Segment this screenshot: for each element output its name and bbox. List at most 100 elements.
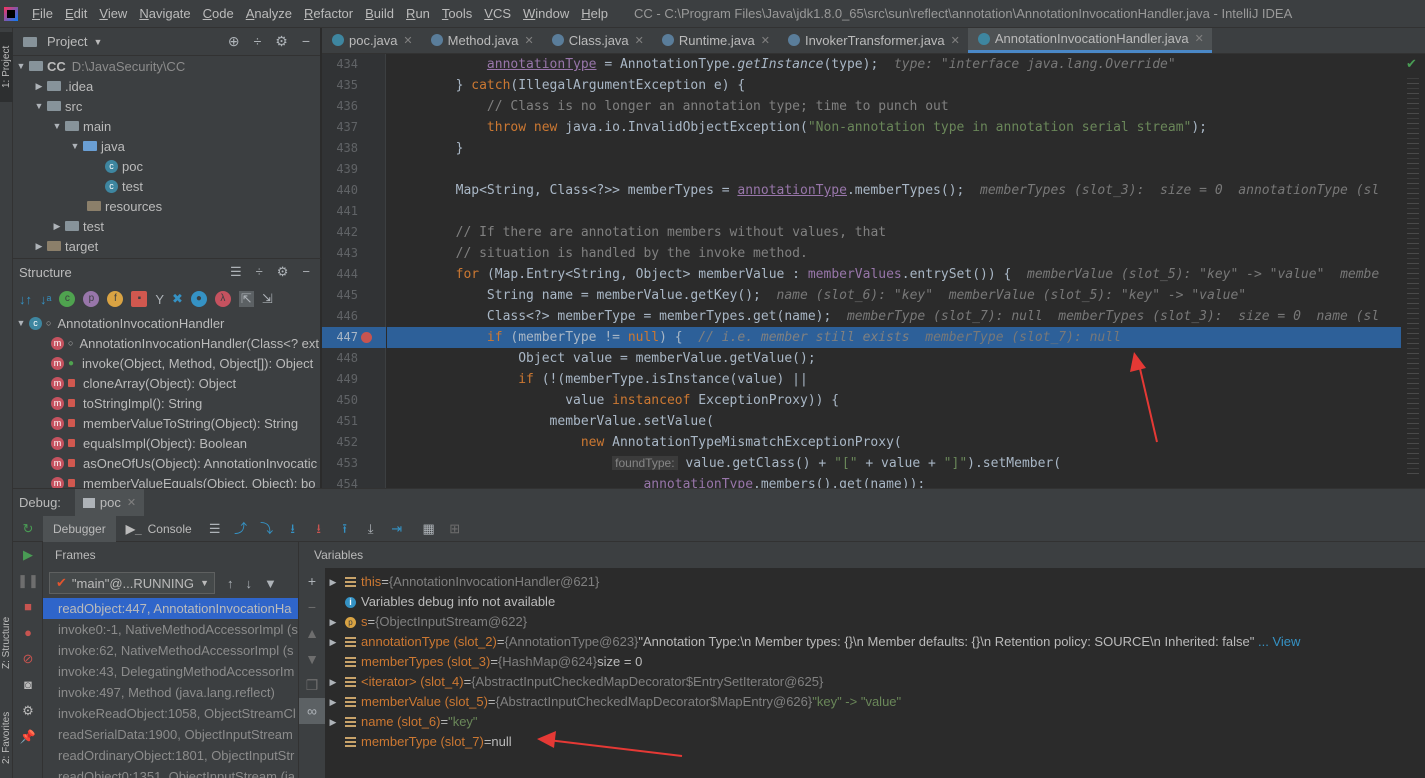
menu-analyze[interactable]: Analyze <box>240 6 298 21</box>
collapse-icon[interactable]: ÷ <box>254 33 262 50</box>
menu-icon[interactable]: ☰ <box>206 520 224 538</box>
anonymous-classes-icon[interactable]: ✖ <box>172 291 183 307</box>
hide-icon[interactable]: − <box>302 264 310 280</box>
sort-visibility-icon[interactable]: ↓↑ <box>19 292 32 307</box>
menu-file[interactable]: File <box>26 6 59 21</box>
close-icon[interactable]: ✕ <box>403 34 412 47</box>
tab-debugger[interactable]: Debugger <box>43 515 116 542</box>
close-icon[interactable]: ✕ <box>951 34 960 47</box>
gear-icon[interactable]: ⚙ <box>13 698 43 724</box>
menu-code[interactable]: Code <box>197 6 240 21</box>
close-icon[interactable]: ✕ <box>761 34 770 47</box>
close-icon[interactable]: ✕ <box>1195 32 1204 45</box>
tab-annotationinvocationhandler[interactable]: AnnotationInvocationHandler.java ✕ <box>967 28 1212 53</box>
rerun-icon[interactable]: ↻ <box>13 521 43 537</box>
chevron-down-icon[interactable]: ▼ <box>69 141 81 151</box>
add-watch-icon[interactable]: + <box>299 568 325 594</box>
menu-refactor[interactable]: Refactor <box>298 6 359 21</box>
tree-item-src[interactable]: ▼ src <box>13 96 320 116</box>
tab-poc[interactable]: poc.java ✕ <box>322 28 421 53</box>
breakpoint-icon[interactable] <box>361 332 372 343</box>
structure-member[interactable]: m ● invoke(Object, Method, Object[]): Obje… <box>13 353 320 373</box>
tree-item-main[interactable]: ▼ main <box>13 116 320 136</box>
thread-selector[interactable]: ✔ "main"@...RUNNING ▼ <box>49 572 215 594</box>
variable-row[interactable]: ▶ name (slot_6) = "key" <box>325 712 1425 732</box>
tree-item-test-class[interactable]: c test <box>13 176 320 196</box>
chevron-right-icon[interactable]: ▶ <box>33 81 45 92</box>
variable-row[interactable]: ▶ this = {AnnotationInvocationHandler@621… <box>325 572 1425 592</box>
tab-invokertransformer[interactable]: InvokerTransformer.java ✕ <box>778 28 968 53</box>
chevron-right-icon[interactable]: ▶ <box>33 241 45 252</box>
chevron-right-icon[interactable]: ▶ <box>327 712 339 732</box>
tree-item-java[interactable]: ▼ java <box>13 136 320 156</box>
chevron-down-icon[interactable]: ▼ <box>15 318 27 328</box>
view-link[interactable]: ... View <box>1258 632 1300 652</box>
variable-row[interactable]: ▶ memberValue (slot_5) = {AbstractInputCh… <box>325 692 1425 712</box>
chevron-down-icon[interactable]: ▼ <box>33 101 45 111</box>
chevron-down-icon[interactable]: ▼ <box>51 121 63 131</box>
resume-icon[interactable]: ▶ <box>13 542 43 568</box>
tree-item-cc[interactable]: ▼ CC D:\JavaSecurity\CC <box>13 56 320 76</box>
structure-member[interactable]: m ○ AnnotationInvocationHandler(Class<? ex… <box>13 333 320 353</box>
stop-icon[interactable]: ■ <box>13 594 43 620</box>
menu-help[interactable]: Help <box>575 6 614 21</box>
force-step-into-icon[interactable]: ⭳ <box>310 520 328 538</box>
menu-tools[interactable]: Tools <box>436 6 478 21</box>
variable-row[interactable]: memberType (slot_7) = null <box>325 732 1425 752</box>
editor-scrollbar[interactable]: ✔ <box>1401 54 1425 488</box>
chevron-right-icon[interactable]: ▶ <box>327 692 339 712</box>
frame-item[interactable]: invoke:497, Method (java.lang.reflect) <box>43 682 298 703</box>
menu-view[interactable]: View <box>93 6 133 21</box>
menu-run[interactable]: Run <box>400 6 436 21</box>
show-non-public-icon[interactable]: ▪ <box>131 291 148 307</box>
show-lambdas-icon[interactable]: Y <box>155 292 164 307</box>
step-out-icon[interactable]: ⭱ <box>336 520 354 538</box>
gear-icon[interactable]: ⚙ <box>277 264 289 280</box>
structure-member[interactable]: m toStringImpl(): String <box>13 393 320 413</box>
line-number-gutter[interactable]: 434 435 436 437 438 439 440 441 442 443 … <box>322 54 386 488</box>
show-interfaces-icon[interactable]: ● <box>190 291 207 307</box>
project-panel-title[interactable]: Project <box>47 34 87 49</box>
frame-item[interactable]: readOrdinaryObject:1801, ObjectInputStr <box>43 745 298 766</box>
variable-row[interactable]: ▶ <iterator> (slot_4) = {AbstractInputChe… <box>325 672 1425 692</box>
structure-tool-button[interactable]: Z: Structure <box>0 598 13 688</box>
variable-row[interactable]: ▶ p s = {ObjectInputStream@622} <box>325 612 1425 632</box>
close-icon[interactable]: ✕ <box>635 34 644 47</box>
structure-root[interactable]: ▼ c ○ AnnotationInvocationHandler <box>13 313 320 333</box>
structure-member[interactable]: m memberValueToString(Object): String <box>13 413 320 433</box>
menu-navigate[interactable]: Navigate <box>133 6 196 21</box>
run-to-cursor-icon[interactable]: ⇥ <box>388 520 406 538</box>
tree-item-idea[interactable]: ▶ .idea <box>13 76 320 96</box>
show-inherited-icon[interactable]: c <box>59 291 76 307</box>
show-fields-icon[interactable]: f <box>107 291 124 307</box>
chevron-right-icon[interactable]: ▶ <box>327 572 339 592</box>
hide-icon[interactable]: − <box>302 33 310 50</box>
menu-window[interactable]: Window <box>517 6 575 21</box>
tree-item-target[interactable]: ▶ target <box>13 236 320 256</box>
show-execution-point-icon[interactable]: ⤴ <box>232 520 250 538</box>
drop-frame-icon[interactable]: ⤓ <box>362 520 380 538</box>
arrow-down-icon[interactable]: ↓ <box>246 576 253 591</box>
structure-member[interactable]: m cloneArray(Object): Object <box>13 373 320 393</box>
gear-icon[interactable]: ⚙ <box>275 33 288 50</box>
sort-icon[interactable]: ☰ <box>230 264 242 280</box>
tab-console[interactable]: ▶_ Console <box>116 516 202 542</box>
collapse-icon[interactable]: ÷ <box>256 264 263 280</box>
step-into-icon[interactable]: ⭳ <box>284 520 302 538</box>
structure-member[interactable]: m asOneOfUs(Object): AnnotationInvocatic <box>13 453 320 473</box>
frame-item[interactable]: readObject0:1351, ObjectInputStream (ja <box>43 766 298 778</box>
frame-item[interactable]: readSerialData:1900, ObjectInputStream <box>43 724 298 745</box>
locate-icon[interactable]: ⊕ <box>228 33 240 50</box>
filter-icon[interactable]: ▼ <box>264 576 277 591</box>
frame-item[interactable]: invoke:62, NativeMethodAccessorImpl (s <box>43 640 298 661</box>
tree-item-test[interactable]: ▶ test <box>13 216 320 236</box>
tree-item-resources[interactable]: resources <box>13 196 320 216</box>
menu-build[interactable]: Build <box>359 6 400 21</box>
project-tool-button[interactable]: 1: Project <box>0 32 13 102</box>
variable-row[interactable]: memberTypes (slot_3) = {HashMap@624} siz… <box>325 652 1425 672</box>
frame-item[interactable]: invoke0:-1, NativeMethodAccessorImpl (s <box>43 619 298 640</box>
frame-item[interactable]: readObject:447, AnnotationInvocationHa <box>43 598 298 619</box>
chevron-right-icon[interactable]: ▶ <box>327 632 339 652</box>
show-properties-icon[interactable]: p <box>83 291 100 307</box>
chevron-down-icon[interactable]: ▼ <box>15 61 27 71</box>
